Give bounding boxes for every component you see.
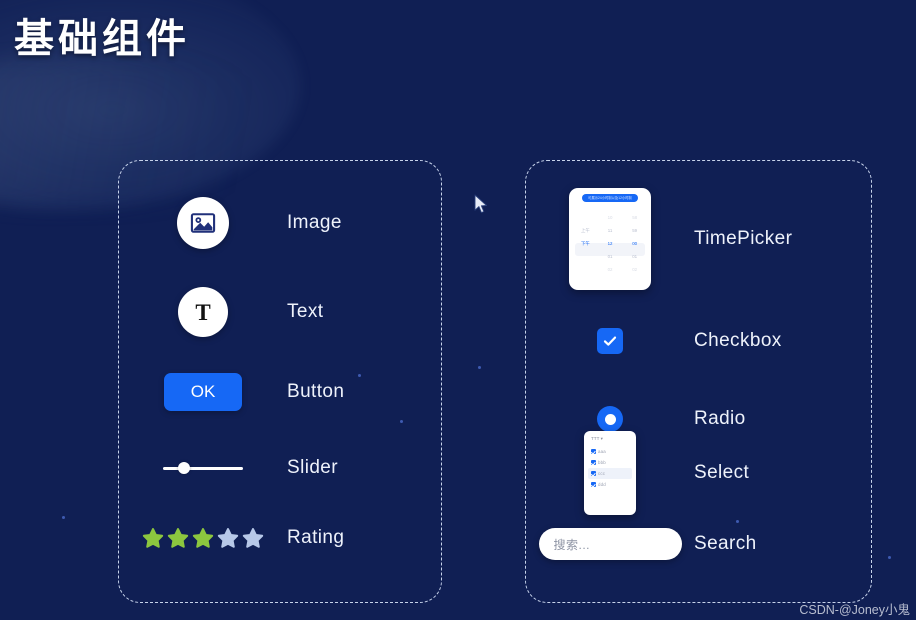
select-option-label: aaa: [598, 449, 606, 454]
select-control[interactable]: TTT ▾ aaa bbb ccc ddd: [584, 431, 636, 515]
select-header[interactable]: TTT ▾: [588, 436, 632, 442]
text-icon[interactable]: T: [178, 287, 228, 337]
component-row-slider: Slider: [119, 430, 441, 506]
watermark: CSDN-@Joney小鬼: [799, 603, 910, 617]
search-placeholder: 搜索...: [553, 537, 591, 552]
select-option[interactable]: bbb: [588, 457, 632, 468]
panel-basic-left: Image T Text OK Button Slider Rating: [118, 160, 442, 603]
search-demo-cell: 搜索...: [526, 528, 694, 560]
checkbox-demo-cell: [526, 328, 694, 354]
mouse-cursor-icon: [474, 194, 488, 214]
timepicker-item[interactable]: 00: [632, 237, 637, 250]
select-option[interactable]: ddd: [588, 479, 632, 490]
component-row-checkbox: Checkbox: [526, 303, 871, 379]
timepicker-item[interactable]: 01: [608, 250, 613, 263]
component-label-slider: Slider: [287, 457, 338, 478]
select-option-label: bbb: [598, 460, 606, 465]
button-demo-cell: OK: [119, 373, 287, 411]
select-option-checkbox-icon[interactable]: [591, 482, 596, 487]
check-icon: [603, 336, 617, 346]
select-option-list: aaa bbb ccc ddd: [588, 446, 632, 490]
rating-demo-cell: [119, 527, 287, 549]
checkbox-control[interactable]: [597, 328, 623, 354]
sparkle-dot: [888, 556, 891, 559]
timepicker-item[interactable]: 11: [608, 224, 613, 237]
timepicker-item[interactable]: 58: [632, 211, 637, 224]
component-label-image: Image: [287, 212, 342, 233]
timepicker-item[interactable]: 10: [608, 211, 613, 224]
component-row-button: OK Button: [119, 354, 441, 430]
select-option-checkbox-icon[interactable]: [591, 449, 596, 454]
timepicker-header-pill: 可展示24小时制以及12小时制: [582, 193, 638, 202]
app-screen: 基础组件 Image T Text OK Button Slider Ratin…: [0, 0, 916, 620]
timepicker-item[interactable]: 02: [608, 263, 613, 276]
timepicker-column-meridiem[interactable]: 上午 下午: [573, 211, 598, 285]
component-row-image: Image: [119, 185, 441, 261]
rating-control[interactable]: [142, 527, 264, 549]
timepicker-item[interactable]: 02: [632, 263, 637, 276]
component-label-select: Select: [694, 462, 750, 483]
search-input[interactable]: 搜索...: [538, 528, 682, 560]
text-icon-glyph: T: [195, 299, 211, 325]
component-row-timepicker: 可展示24小时制以及12小时制 上午 下午 10 11 12 01 02 58 59 00 01…: [526, 186, 871, 291]
rating-star[interactable]: [217, 527, 239, 549]
image-icon-glyph: [190, 213, 216, 233]
select-option-checkbox-icon[interactable]: [591, 460, 596, 465]
panel-basic-right: 可展示24小时制以及12小时制 上午 下午 10 11 12 01 02 58 59 00 01…: [525, 160, 872, 603]
slider-control[interactable]: [163, 461, 243, 475]
rating-star[interactable]: [142, 527, 164, 549]
component-label-timepicker: TimePicker: [694, 227, 793, 249]
component-label-button: Button: [287, 381, 345, 402]
timepicker-demo-cell: 可展示24小时制以及12小时制 上午 下午 10 11 12 01 02 58 59 00 01…: [526, 187, 694, 290]
image-demo-cell: [119, 197, 287, 249]
timepicker-columns: 上午 下午 10 11 12 01 02 58 59 00 01 02: [573, 211, 647, 285]
select-demo-cell: TTT ▾ aaa bbb ccc ddd: [526, 431, 694, 515]
text-demo-cell: T: [119, 287, 287, 337]
image-icon[interactable]: [177, 197, 229, 249]
rating-star[interactable]: [242, 527, 264, 549]
timepicker-column-hour[interactable]: 10 11 12 01 02: [598, 211, 623, 285]
timepicker-item[interactable]: 59: [632, 224, 637, 237]
select-option-label: ddd: [598, 482, 606, 487]
slider-track[interactable]: [163, 466, 243, 470]
select-option-checkbox-icon[interactable]: [591, 471, 596, 476]
radio-inner-dot: [604, 413, 616, 425]
timepicker-item[interactable]: 12: [608, 237, 613, 250]
select-option[interactable]: aaa: [588, 446, 632, 457]
component-row-rating: Rating: [119, 500, 441, 576]
rating-star[interactable]: [192, 527, 214, 549]
component-label-text: Text: [287, 301, 324, 322]
component-label-search: Search: [694, 533, 757, 554]
page-title: 基础组件: [14, 17, 190, 61]
slider-knob[interactable]: [177, 462, 190, 474]
rating-star[interactable]: [167, 527, 189, 549]
component-label-checkbox: Checkbox: [694, 330, 782, 351]
timepicker-item[interactable]: 下午: [581, 237, 590, 250]
component-row-text: T Text: [119, 274, 441, 350]
select-option[interactable]: ccc: [588, 468, 632, 479]
timepicker-item[interactable]: 上午: [581, 224, 590, 237]
timepicker-column-minute[interactable]: 58 59 00 01 02: [622, 211, 647, 285]
timepicker-item[interactable]: 01: [632, 250, 637, 263]
timepicker-control[interactable]: 可展示24小时制以及12小时制 上午 下午 10 11 12 01 02 58 59 00 01…: [569, 187, 651, 290]
component-label-rating: Rating: [287, 527, 345, 548]
sparkle-dot: [478, 366, 481, 369]
select-option-label: ccc: [598, 471, 606, 476]
ok-button[interactable]: OK: [164, 373, 242, 411]
sparkle-dot: [62, 516, 65, 519]
slider-demo-cell: [119, 461, 287, 475]
component-row-search: 搜索... Search: [526, 506, 871, 582]
